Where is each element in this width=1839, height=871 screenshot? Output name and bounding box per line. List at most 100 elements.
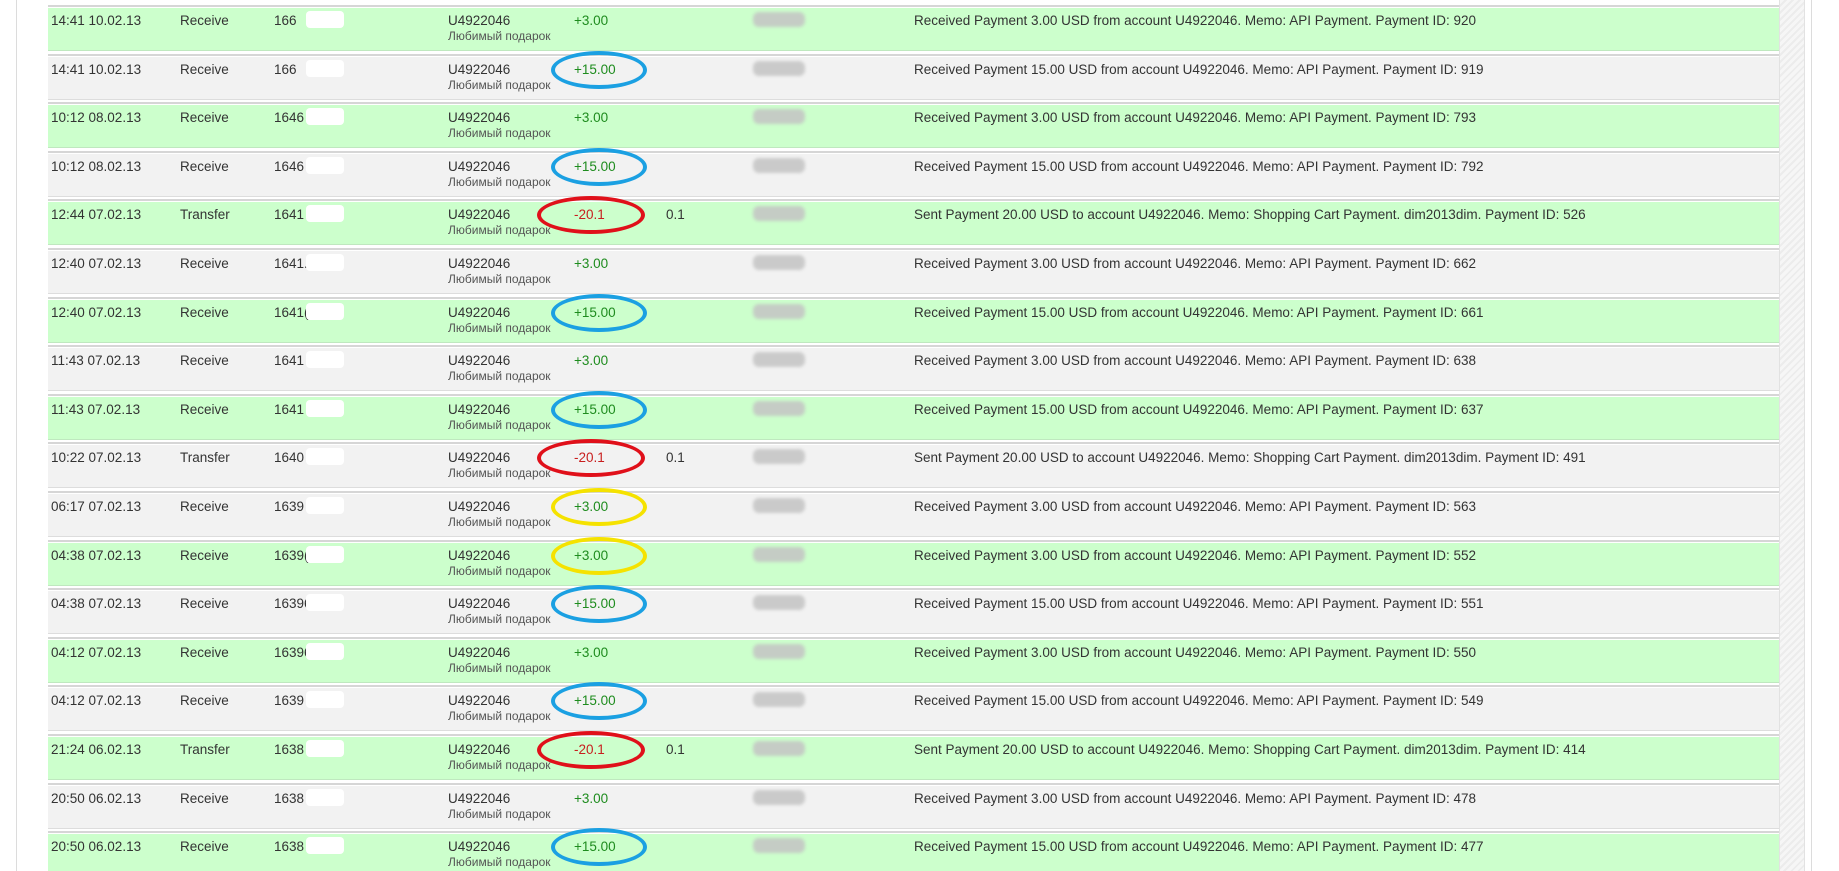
table-row: 12:40 07.02.13 Receive 1641. U4922046 Любимы… bbox=[48, 247, 1793, 294]
account-name-cell: Любимый подарок bbox=[448, 855, 551, 870]
batch-number-cell[interactable]: 1639( bbox=[274, 548, 309, 563]
table-row: 04:38 07.02.13 Receive 16396 U4922046 Любимы… bbox=[48, 585, 1793, 635]
transaction-type-cell: Receive bbox=[180, 498, 229, 514]
redacted-field-blur bbox=[753, 352, 805, 368]
transaction-history-table: 14:41 10.02.13 Receive 166 U4922046 Любимый … bbox=[48, 5, 1793, 871]
redacted-batch-mask bbox=[306, 108, 344, 126]
account-name-cell: Любимый подарок bbox=[448, 806, 551, 821]
redacted-field-blur bbox=[753, 789, 805, 805]
batch-number-cell[interactable]: 1640 bbox=[274, 450, 304, 465]
amount-cell: +3.00 bbox=[574, 110, 609, 126]
account-id-cell: U4922046 bbox=[448, 255, 511, 271]
history-panel: 14:41 10.02.13 Receive 166 U4922046 Любимый … bbox=[16, 0, 1812, 871]
account-id-cell: U4922046 bbox=[448, 61, 511, 77]
batch-number-cell[interactable]: 1639 bbox=[274, 499, 304, 514]
account-id-cell: U4922046 bbox=[448, 401, 511, 417]
redacted-field-blur bbox=[753, 692, 805, 708]
batch-number-cell[interactable]: 1641( bbox=[274, 305, 309, 320]
amount-cell: +15.00 bbox=[574, 158, 616, 174]
redacted-batch-mask bbox=[306, 788, 344, 806]
row-divider bbox=[48, 345, 1793, 348]
table-row: 04:12 07.02.13 Receive 16396 U4922046 Любимы… bbox=[48, 636, 1793, 683]
memo-cell: Received Payment 15.00 USD from account … bbox=[914, 61, 1484, 77]
transaction-type-cell: Receive bbox=[180, 353, 229, 369]
amount-cell: +3.00 bbox=[574, 498, 609, 514]
batch-number-cell[interactable]: 1638 bbox=[274, 839, 304, 854]
batch-number-cell[interactable]: 1638 bbox=[274, 742, 304, 757]
account-name-cell: Любимый подарок bbox=[448, 466, 551, 481]
date-time-cell: 04:38 07.02.13 bbox=[51, 596, 142, 612]
batch-number-cell[interactable]: 1646 bbox=[274, 159, 304, 174]
row-divider bbox=[48, 150, 1793, 153]
date-time-cell: 14:41 10.02.13 bbox=[51, 61, 142, 77]
account-id-cell: U4922046 bbox=[448, 547, 511, 563]
amount-cell: -20.1 bbox=[574, 741, 605, 757]
amount-cell: +15.00 bbox=[574, 401, 616, 417]
amount-cell: +3.00 bbox=[574, 644, 609, 660]
memo-cell: Received Payment 3.00 USD from account U… bbox=[914, 353, 1477, 369]
row-divider bbox=[48, 199, 1793, 202]
account-name-cell: Любимый подарок bbox=[448, 563, 551, 578]
transaction-type-cell: Receive bbox=[180, 401, 229, 417]
row-divider bbox=[48, 247, 1793, 250]
date-time-cell: 21:24 06.02.13 bbox=[51, 741, 142, 757]
page: 14:41 10.02.13 Receive 166 U4922046 Любимый … bbox=[0, 0, 1839, 871]
redacted-field-blur bbox=[753, 109, 805, 125]
row-divider bbox=[48, 102, 1793, 105]
redacted-batch-mask bbox=[306, 448, 344, 466]
account-id-cell: U4922046 bbox=[448, 596, 511, 612]
batch-number-cell[interactable]: 166 bbox=[274, 62, 297, 77]
batch-number-cell[interactable]: 1646 bbox=[274, 110, 304, 125]
table-row: 06:17 07.02.13 Receive 1639 U4922046 Любимый… bbox=[48, 487, 1793, 537]
redacted-field-blur bbox=[753, 206, 805, 222]
redacted-batch-mask bbox=[306, 496, 344, 514]
table-row: 14:41 10.02.13 Receive 166 U4922046 Любимый … bbox=[48, 50, 1793, 100]
date-time-cell: 04:38 07.02.13 bbox=[51, 547, 142, 563]
account-name-cell: Любимый подарок bbox=[448, 709, 551, 724]
batch-number-cell[interactable]: 1641 bbox=[274, 207, 304, 222]
batch-number-cell[interactable]: 1641 bbox=[274, 402, 304, 417]
row-divider bbox=[48, 831, 1793, 834]
transaction-type-cell: Receive bbox=[180, 596, 229, 612]
amount-cell: +15.00 bbox=[574, 839, 616, 855]
table-row: 12:40 07.02.13 Receive 1641(U4922046 Любимы… bbox=[48, 293, 1793, 343]
account-name-cell: Любимый подарок bbox=[448, 223, 551, 238]
row-divider bbox=[48, 296, 1793, 299]
account-name-cell: Любимый подарок bbox=[448, 320, 551, 335]
batch-number-cell[interactable]: 1641 bbox=[274, 353, 304, 368]
memo-cell: Received Payment 15.00 USD from account … bbox=[914, 596, 1484, 612]
row-divider bbox=[48, 442, 1793, 445]
redacted-batch-mask bbox=[306, 205, 344, 223]
redacted-field-blur bbox=[753, 157, 805, 173]
redacted-field-blur bbox=[753, 595, 805, 611]
account-id-cell: U4922046 bbox=[448, 790, 511, 806]
transaction-type-cell: Transfer bbox=[180, 207, 230, 223]
amount-cell: +15.00 bbox=[574, 61, 616, 77]
batch-number-cell[interactable]: 166 bbox=[274, 13, 297, 28]
memo-cell: Received Payment 15.00 USD from account … bbox=[914, 401, 1484, 417]
batch-number-cell[interactable]: 1641. bbox=[274, 256, 308, 271]
redacted-batch-mask bbox=[306, 642, 344, 660]
transaction-type-cell: Transfer bbox=[180, 741, 230, 757]
date-time-cell: 04:12 07.02.13 bbox=[51, 693, 142, 709]
transaction-type-cell: Receive bbox=[180, 547, 229, 563]
redacted-field-blur bbox=[753, 740, 805, 756]
row-divider bbox=[48, 539, 1793, 542]
batch-number-cell[interactable]: 1638 bbox=[274, 791, 304, 806]
batch-number-cell[interactable]: 1639 bbox=[274, 693, 304, 708]
vertical-scrollbar[interactable] bbox=[1779, 0, 1805, 871]
amount-cell: -20.1 bbox=[574, 207, 605, 223]
table-row: 11:43 07.02.13 Receive 1641 U4922046 Любимый… bbox=[48, 345, 1793, 392]
date-time-cell: 10:22 07.02.13 bbox=[51, 450, 142, 466]
redacted-batch-mask bbox=[306, 11, 344, 28]
memo-cell: Received Payment 15.00 USD from account … bbox=[914, 839, 1484, 855]
table-row: 12:44 07.02.13 Transfer 1641 U4922046 Любимы… bbox=[48, 196, 1793, 246]
amount-cell: +3.00 bbox=[574, 547, 609, 563]
row-divider bbox=[48, 393, 1793, 396]
memo-cell: Received Payment 3.00 USD from account U… bbox=[914, 110, 1477, 126]
row-divider bbox=[48, 53, 1793, 56]
row-divider bbox=[48, 5, 1793, 7]
redacted-field-blur bbox=[753, 449, 805, 465]
date-time-cell: 11:43 07.02.13 bbox=[51, 353, 141, 369]
account-name-cell: Любимый подарок bbox=[448, 77, 551, 92]
